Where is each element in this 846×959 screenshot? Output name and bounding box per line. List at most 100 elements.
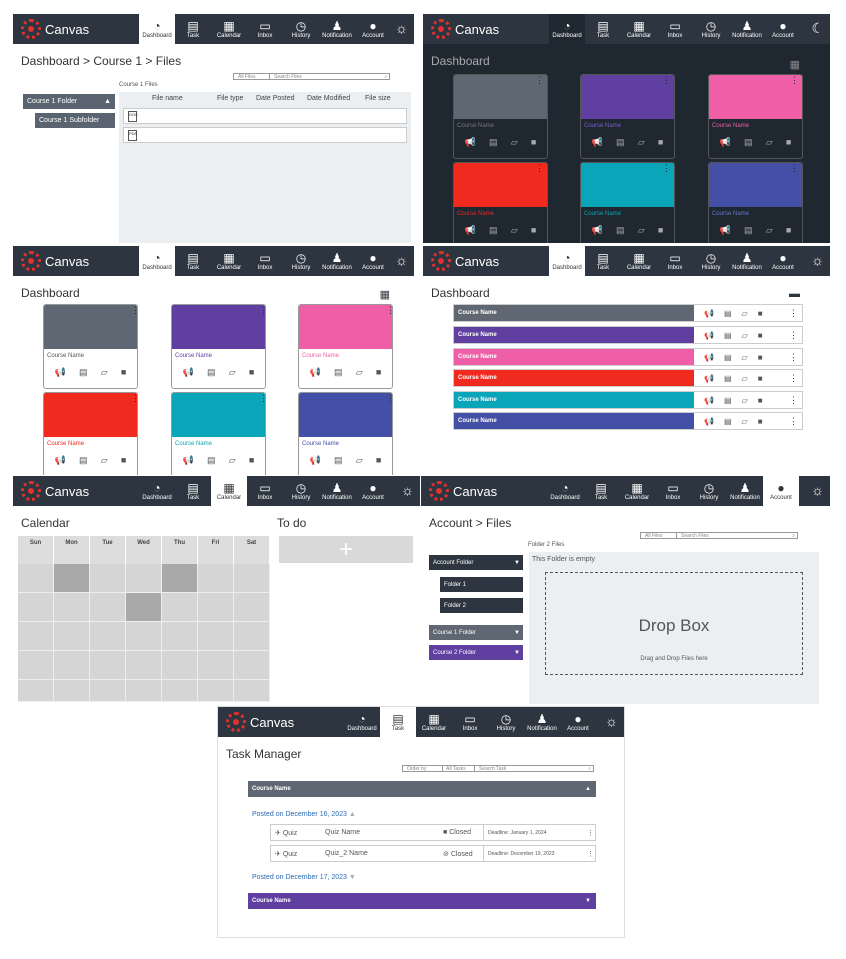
folder-icon[interactable]: ■	[786, 137, 791, 148]
more-icon[interactable]: ⋮	[131, 306, 137, 315]
more-icon[interactable]: ⋮	[535, 76, 544, 85]
calendar-day[interactable]	[126, 564, 162, 593]
canvas-logo[interactable]: Canvas	[218, 707, 344, 737]
calendar-day[interactable]	[54, 680, 90, 702]
discussion-icon[interactable]: ▱	[511, 225, 518, 236]
posted-date[interactable]: Posted on December 16, 2023 ▲	[252, 811, 356, 818]
course-card[interactable]: ⋮Course Name📢▤▱■	[298, 304, 393, 389]
clipboard-icon[interactable]: ▤	[616, 225, 625, 236]
discussion-icon[interactable]: ▱	[356, 455, 363, 466]
calendar-day[interactable]	[18, 680, 54, 702]
clipboard-icon[interactable]: ▤	[724, 374, 732, 383]
course-row[interactable]: Course Name 📢 ▤ ▱ ■ ⋮	[453, 304, 803, 322]
nav-history[interactable]: ◷ History	[283, 246, 319, 276]
folder-icon[interactable]: ■	[758, 374, 763, 383]
task-row[interactable]: ✈ Quiz Quiz_2 Name ⊘ Closed Deadline: De…	[270, 845, 596, 862]
nav-notification[interactable]: ♟ Notification	[727, 476, 763, 506]
nav-account[interactable]: ● Account	[765, 246, 801, 276]
more-icon[interactable]: ⋮	[386, 306, 392, 315]
more-icon[interactable]: ⋮	[789, 395, 802, 406]
search-icon[interactable]: ⌕	[384, 74, 389, 80]
folder-item[interactable]: Folder 2	[440, 598, 523, 613]
megaphone-icon[interactable]: 📢	[720, 225, 731, 236]
megaphone-icon[interactable]: 📢	[183, 455, 194, 466]
clipboard-icon[interactable]: ▤	[724, 331, 732, 340]
nav-history[interactable]: ◷ History	[693, 14, 729, 44]
more-icon[interactable]: ⋮	[790, 164, 799, 173]
search-icon[interactable]: ⌕	[588, 766, 593, 772]
course-card[interactable]: ⋮Course Name📢▤▱■	[43, 304, 138, 389]
course-card[interactable]: ⋮Course Name📢▤▱■	[708, 74, 803, 159]
discussion-icon[interactable]: ▱	[638, 137, 645, 148]
nav-account[interactable]: ● Account	[355, 246, 391, 276]
calendar-day[interactable]	[18, 564, 54, 593]
nav-dashboard[interactable]: ◔ Dashboard	[344, 707, 380, 737]
nav-task[interactable]: ▤ Task	[380, 707, 416, 737]
theme-toggle-icon[interactable]: ☼	[811, 252, 824, 268]
megaphone-icon[interactable]: 📢	[592, 225, 603, 236]
discussion-icon[interactable]: ▱	[638, 225, 645, 236]
nav-dashboard[interactable]: ◔ Dashboard	[139, 246, 175, 276]
calendar-day[interactable]	[90, 593, 126, 622]
nav-history[interactable]: ◷ History	[691, 476, 727, 506]
file-search[interactable]: All Files Search Files ⌕	[233, 73, 390, 80]
more-icon[interactable]: ⋮	[789, 416, 802, 427]
folder-icon[interactable]: ■	[758, 353, 763, 362]
folder-icon[interactable]: ■	[531, 225, 536, 236]
folder-icon[interactable]: ■	[249, 367, 254, 378]
course-card[interactable]: ⋮Course Name📢▤▱■	[453, 74, 548, 159]
folder-icon[interactable]: ■	[758, 396, 763, 405]
list-view-icon[interactable]: ▬	[789, 288, 800, 300]
nav-inbox[interactable]: ▭ Inbox	[247, 14, 283, 44]
more-icon[interactable]: ⋮	[789, 330, 802, 341]
course-card[interactable]: ⋮Course Name📢▤▱■	[580, 162, 675, 243]
calendar-day[interactable]	[234, 593, 270, 622]
more-icon[interactable]: ⋮	[662, 164, 671, 173]
nav-dashboard[interactable]: ◔ Dashboard	[549, 246, 585, 276]
canvas-logo[interactable]: Canvas	[423, 14, 549, 44]
calendar-day[interactable]	[234, 680, 270, 702]
discussion-icon[interactable]: ▱	[101, 455, 108, 466]
canvas-logo[interactable]: Canvas	[13, 476, 139, 506]
clipboard-icon[interactable]: ▤	[207, 455, 216, 466]
task-search[interactable]: Order by All Tasks Search Task ⌕	[402, 765, 594, 772]
more-icon[interactable]: ⋮	[587, 850, 594, 858]
calendar-day[interactable]	[90, 680, 126, 702]
nav-history[interactable]: ◷ History	[283, 14, 319, 44]
calendar-day[interactable]	[126, 622, 162, 651]
megaphone-icon[interactable]: 📢	[592, 137, 603, 148]
nav-calendar[interactable]: ▦ Calendar	[621, 14, 657, 44]
nav-task[interactable]: ▤ Task	[583, 476, 619, 506]
more-icon[interactable]: ⋮	[789, 352, 802, 363]
calendar-day[interactable]	[198, 680, 234, 702]
megaphone-icon[interactable]: 📢	[55, 455, 66, 466]
nav-dashboard[interactable]: ◔ Dashboard	[547, 476, 583, 506]
folder-icon[interactable]: ■	[786, 225, 791, 236]
theme-toggle-icon[interactable]: ☼	[811, 482, 824, 498]
folder-icon[interactable]: ■	[121, 367, 126, 378]
folder-icon[interactable]: ■	[658, 225, 663, 236]
nav-account[interactable]: ● Account	[763, 476, 799, 506]
task-row[interactable]: ✈ Quiz Quiz Name ■ Closed Deadline: Janu…	[270, 824, 596, 841]
nav-notification[interactable]: ♟ Notification	[729, 246, 765, 276]
course-row[interactable]: Course Name 📢 ▤ ▱ ■ ⋮	[453, 369, 803, 387]
folder-icon[interactable]: ■	[121, 455, 126, 466]
file-row[interactable]: DOC	[123, 108, 407, 124]
discussion-icon[interactable]: ▱	[356, 367, 363, 378]
more-icon[interactable]: ⋮	[789, 373, 802, 384]
nav-task[interactable]: ▤ Task	[175, 246, 211, 276]
folder-icon[interactable]: ■	[376, 455, 381, 466]
more-icon[interactable]: ⋮	[535, 164, 544, 173]
more-icon[interactable]: ⋮	[259, 394, 265, 403]
discussion-icon[interactable]: ▱	[229, 455, 236, 466]
calendar-day[interactable]	[54, 564, 90, 593]
nav-calendar[interactable]: ▦ Calendar	[619, 476, 655, 506]
drop-box[interactable]: Drop Box Drag and Drop Files here	[545, 572, 803, 675]
search-icon[interactable]: ⌕	[792, 533, 797, 539]
file-search[interactable]: All Files Search Files ⌕	[640, 532, 798, 539]
clipboard-icon[interactable]: ▤	[334, 367, 343, 378]
course-card[interactable]: ⋮Course Name📢▤▱■	[580, 74, 675, 159]
calendar-day[interactable]	[198, 651, 234, 680]
course-card[interactable]: ⋮Course Name📢▤▱■	[453, 162, 548, 243]
clipboard-icon[interactable]: ▤	[744, 225, 753, 236]
